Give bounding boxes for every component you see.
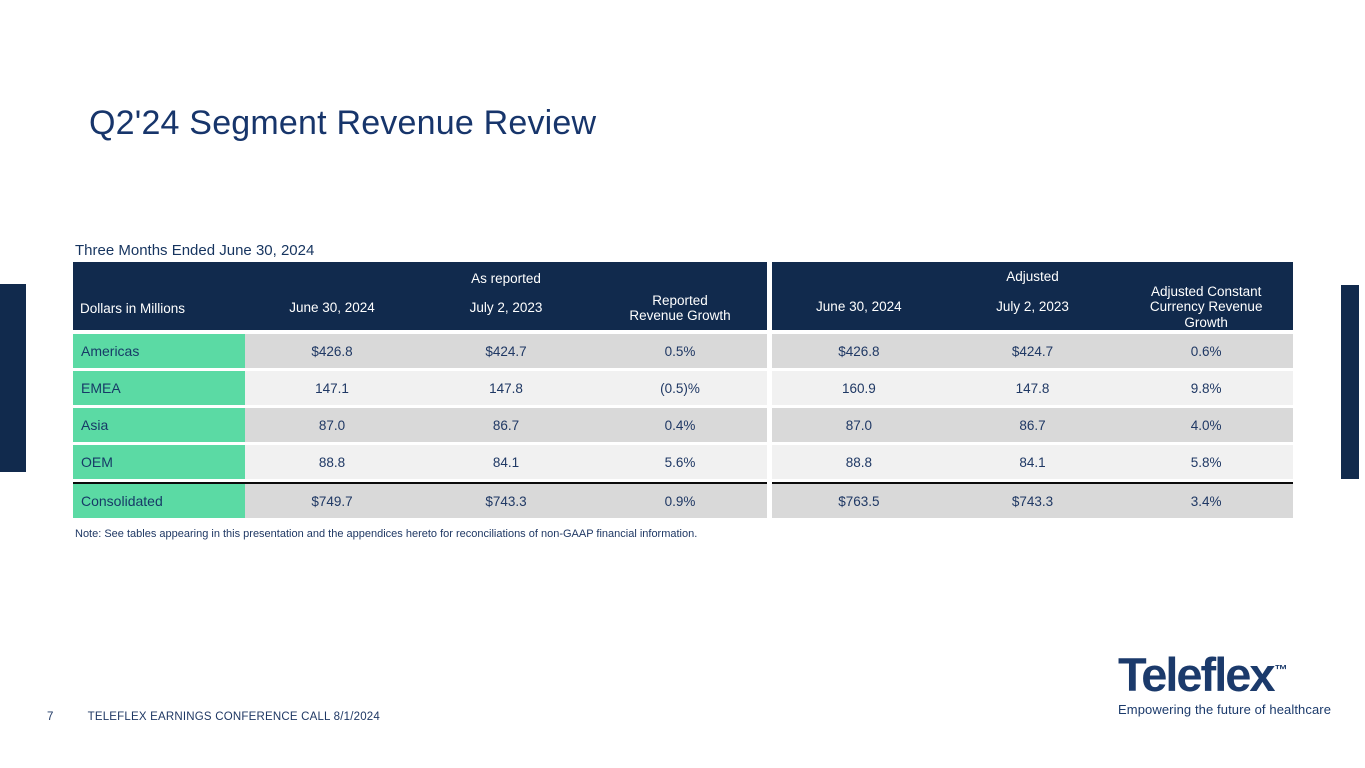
cell-value: 160.9 bbox=[772, 371, 946, 405]
cell-value: 147.8 bbox=[946, 371, 1120, 405]
cell-value: $426.8 bbox=[772, 334, 946, 368]
table-row-total: $763.5 $743.3 3.4% bbox=[772, 482, 1293, 518]
row-label-emea: EMEA bbox=[73, 371, 245, 405]
cell-value: (0.5)% bbox=[593, 371, 767, 405]
cell-value: 88.8 bbox=[245, 445, 419, 479]
column-header-adjusted-constant-currency: Adjusted Constant Currency Revenue Growt… bbox=[1119, 284, 1293, 331]
presentation-slide: Q2'24 Segment Revenue Review Three Month… bbox=[0, 0, 1365, 768]
teleflex-logo: Teleflex™ Empowering the future of healt… bbox=[1118, 650, 1331, 717]
footer-text: TELEFLEX EARNINGS CONFERENCE CALL 8/1/20… bbox=[88, 711, 380, 723]
non-gaap-note: Note: See tables appearing in this prese… bbox=[75, 528, 697, 540]
segment-revenue-table: As reported Dollars in Millions June 30,… bbox=[73, 262, 1293, 518]
table-row: 87.0 86.7 4.0% bbox=[772, 408, 1293, 442]
row-label-americas: Americas bbox=[73, 334, 245, 368]
page-title: Q2'24 Segment Revenue Review bbox=[89, 104, 596, 143]
wordmark-text: Teleflex bbox=[1118, 648, 1274, 701]
cell-value: 87.0 bbox=[772, 408, 946, 442]
cell-value: 86.7 bbox=[419, 408, 593, 442]
left-accent-bar bbox=[0, 284, 26, 472]
cell-value: 86.7 bbox=[946, 408, 1120, 442]
column-header-june-30-2024-adjusted: June 30, 2024 bbox=[772, 299, 946, 315]
column-header-july-2-2023: July 2, 2023 bbox=[419, 300, 593, 316]
table-row: EMEA 147.1 147.8 (0.5)% bbox=[73, 371, 767, 405]
cell-value: 84.1 bbox=[946, 445, 1120, 479]
table-row: 160.9 147.8 9.8% bbox=[772, 371, 1293, 405]
cell-value: $763.5 bbox=[772, 484, 946, 518]
table-row: Americas $426.8 $424.7 0.5% bbox=[73, 334, 767, 368]
page-number: 7 bbox=[47, 711, 54, 723]
table-row: $426.8 $424.7 0.6% bbox=[772, 334, 1293, 368]
row-label-oem: OEM bbox=[73, 445, 245, 479]
column-header-dollars-in-millions: Dollars in Millions bbox=[73, 301, 245, 316]
column-header-row: Dollars in Millions June 30, 2024 July 2… bbox=[73, 286, 767, 330]
cell-value: $426.8 bbox=[245, 334, 419, 368]
group-header-as-reported: As reported bbox=[245, 262, 767, 286]
table-half-adjusted: Adjusted June 30, 2024 July 2, 2023 Adju… bbox=[772, 262, 1293, 518]
logo-tagline: Empowering the future of healthcare bbox=[1118, 702, 1331, 717]
table-header-as-reported: As reported Dollars in Millions June 30,… bbox=[73, 262, 767, 330]
column-header-july-2-2023-adjusted: July 2, 2023 bbox=[946, 299, 1120, 315]
cell-value: 0.5% bbox=[593, 334, 767, 368]
cell-value: 0.4% bbox=[593, 408, 767, 442]
right-accent-bar bbox=[1341, 285, 1359, 479]
cell-value: $424.7 bbox=[419, 334, 593, 368]
cell-value: 147.8 bbox=[419, 371, 593, 405]
table-header-adjusted: Adjusted June 30, 2024 July 2, 2023 Adju… bbox=[772, 262, 1293, 330]
table-row: 88.8 84.1 5.8% bbox=[772, 445, 1293, 479]
cell-value: $749.7 bbox=[245, 484, 419, 518]
cell-value: 147.1 bbox=[245, 371, 419, 405]
group-header-adjusted: Adjusted bbox=[772, 262, 1293, 284]
row-label-asia: Asia bbox=[73, 408, 245, 442]
cell-value: 4.0% bbox=[1119, 408, 1293, 442]
cell-value: 84.1 bbox=[419, 445, 593, 479]
cell-value: 9.8% bbox=[1119, 371, 1293, 405]
cell-value: 0.9% bbox=[593, 484, 767, 518]
table-row: OEM 88.8 84.1 5.6% bbox=[73, 445, 767, 479]
column-header-row: June 30, 2024 July 2, 2023 Adjusted Cons… bbox=[772, 284, 1293, 331]
cell-value: $743.3 bbox=[946, 484, 1120, 518]
cell-value: 5.6% bbox=[593, 445, 767, 479]
table-caption: Three Months Ended June 30, 2024 bbox=[75, 242, 314, 259]
cell-value: $743.3 bbox=[419, 484, 593, 518]
trademark-symbol: ™ bbox=[1275, 662, 1288, 677]
column-header-reported-revenue-growth: Reported Revenue Growth bbox=[593, 293, 767, 324]
row-label-consolidated: Consolidated bbox=[73, 484, 245, 518]
slide-footer: 7 TELEFLEX EARNINGS CONFERENCE CALL 8/1/2… bbox=[47, 711, 380, 723]
table-row: Asia 87.0 86.7 0.4% bbox=[73, 408, 767, 442]
cell-value: 87.0 bbox=[245, 408, 419, 442]
cell-value: 0.6% bbox=[1119, 334, 1293, 368]
teleflex-wordmark: Teleflex™ bbox=[1118, 650, 1331, 699]
cell-value: $424.7 bbox=[946, 334, 1120, 368]
table-row-total: Consolidated $749.7 $743.3 0.9% bbox=[73, 482, 767, 518]
cell-value: 5.8% bbox=[1119, 445, 1293, 479]
table-half-as-reported: As reported Dollars in Millions June 30,… bbox=[73, 262, 767, 518]
cell-value: 3.4% bbox=[1119, 484, 1293, 518]
cell-value: 88.8 bbox=[772, 445, 946, 479]
column-header-june-30-2024: June 30, 2024 bbox=[245, 300, 419, 316]
